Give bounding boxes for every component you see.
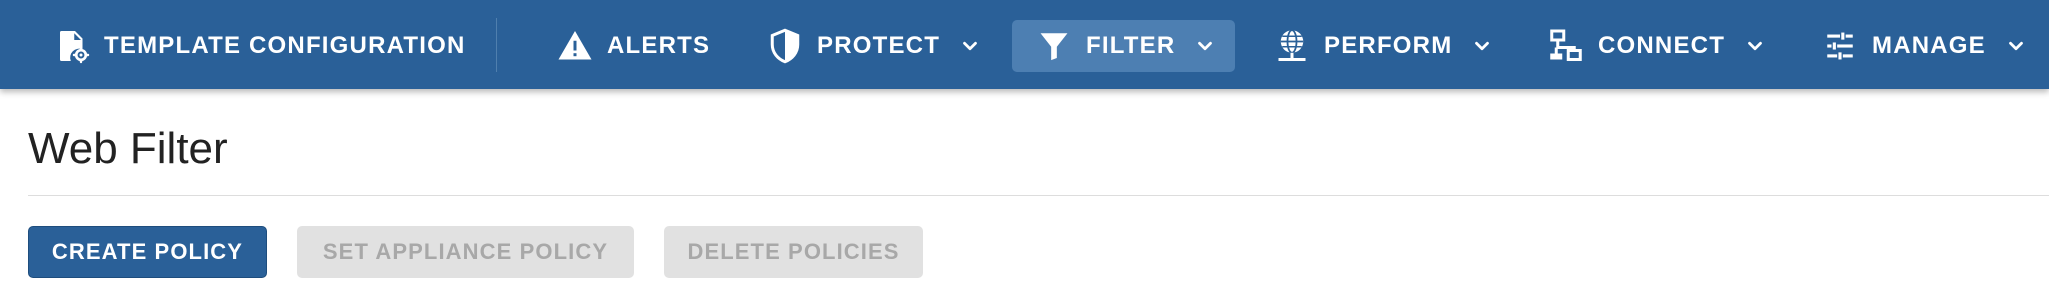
chevron-down-icon	[1193, 34, 1217, 58]
funnel-icon	[1036, 28, 1072, 64]
nav-perform[interactable]: PERFORM	[1274, 20, 1494, 72]
nav-filter[interactable]: FILTER	[1012, 20, 1236, 72]
chevron-down-icon	[1470, 34, 1494, 58]
nav-manage-label: MANAGE	[1872, 32, 1986, 59]
nav-connect[interactable]: CONNECT	[1548, 20, 1767, 72]
file-gear-icon	[54, 28, 90, 64]
warning-triangle-icon	[557, 28, 593, 64]
nav-protect[interactable]: PROTECT	[767, 20, 982, 72]
nav-alerts[interactable]: ALERTS	[557, 20, 710, 72]
nav-divider	[496, 18, 497, 72]
set-appliance-policy-button[interactable]: SET APPLIANCE POLICY	[297, 226, 634, 278]
nav-connect-label: CONNECT	[1598, 32, 1726, 59]
top-navigation-bar: TEMPLATE CONFIGURATION ALERTS PROTECT FI…	[0, 0, 2049, 89]
nav-alerts-label: ALERTS	[607, 32, 711, 59]
nav-manage[interactable]: MANAGE	[1822, 20, 2028, 72]
sliders-icon	[1822, 28, 1858, 64]
nav-protect-label: PROTECT	[817, 32, 941, 59]
nav-filter-label: FILTER	[1086, 32, 1176, 59]
globe-network-icon	[1274, 28, 1310, 64]
chevron-down-icon	[958, 34, 982, 58]
chevron-down-icon	[1743, 34, 1767, 58]
network-nodes-icon	[1548, 28, 1584, 64]
nav-template-configuration[interactable]: TEMPLATE CONFIGURATION	[54, 20, 466, 72]
chevron-down-icon	[2004, 34, 2028, 58]
delete-policies-button[interactable]: DELETE POLICIES	[664, 226, 923, 278]
title-divider	[28, 195, 2049, 196]
create-policy-button[interactable]: CREATE POLICY	[28, 226, 267, 278]
shield-icon	[767, 28, 803, 64]
page-title: Web Filter	[28, 124, 228, 173]
nav-perform-label: PERFORM	[1324, 32, 1453, 59]
nav-template-configuration-label: TEMPLATE CONFIGURATION	[104, 32, 466, 59]
